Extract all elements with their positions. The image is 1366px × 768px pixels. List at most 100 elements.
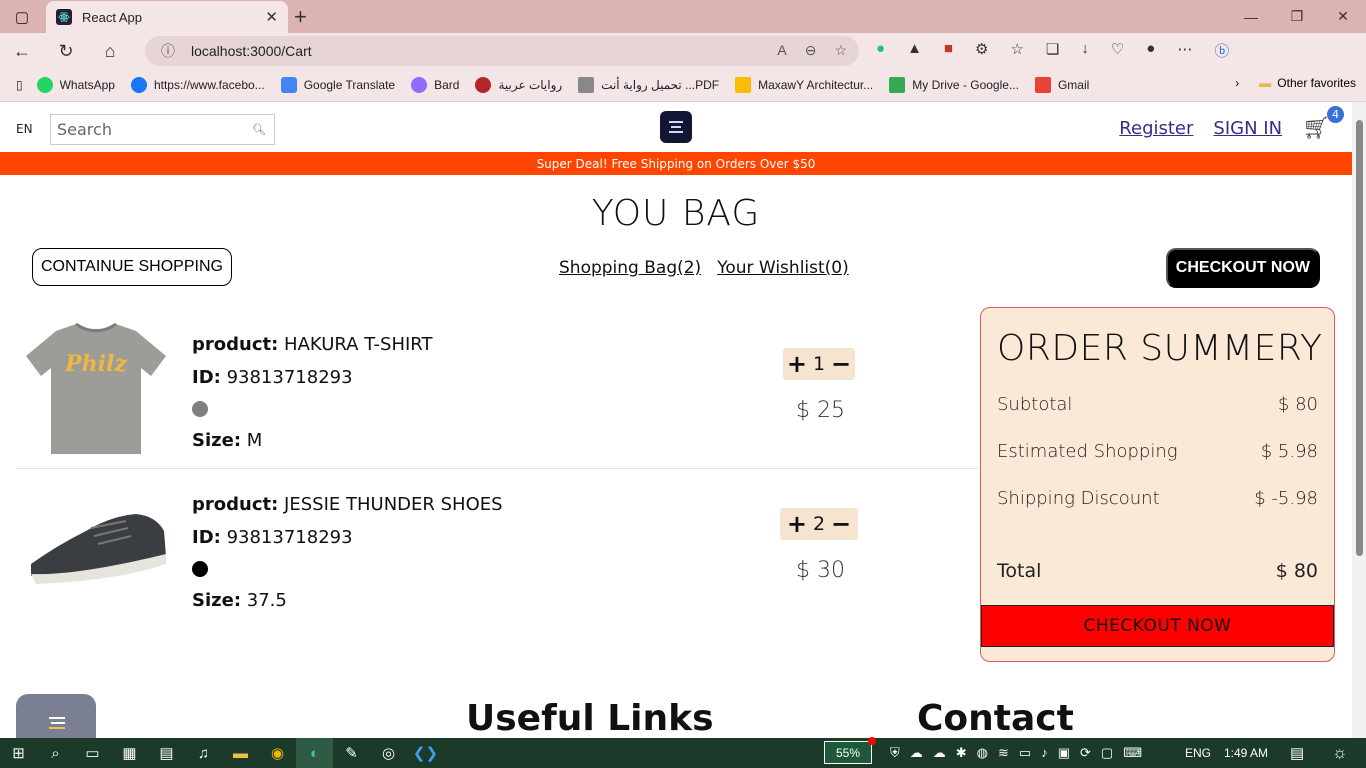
store-icon[interactable]: ▦ [111,738,148,768]
plus-icon[interactable]: + [787,350,807,378]
cart-icon[interactable]: 🛒︎ 4 [1302,106,1344,141]
network-icon[interactable]: ◍ [977,745,988,761]
tab-react-app[interactable]: React App ✕ [46,1,288,33]
favorites-icon[interactable]: ☆ [1010,40,1023,61]
cloud-icon[interactable]: ☁ [910,745,923,761]
wifi-icon[interactable]: ≋ [998,745,1009,761]
other-favorites[interactable]: › ▬ Other favorites [1235,76,1356,90]
battery-indicator[interactable]: 55% [824,737,876,764]
close-window-icon[interactable]: ✕ [1320,0,1366,33]
start-icon[interactable]: ⊞ [0,738,37,768]
extension-red-icon[interactable]: ■ [944,40,953,61]
itunes-icon[interactable]: ♫ [185,738,222,768]
restore-icon[interactable]: ❐ [1274,0,1320,33]
product-id: 93813718293 [226,527,353,548]
summary-value: $ -5.98 [1254,488,1318,509]
search-input[interactable]: Search 🔍︎ [50,114,275,145]
paint-icon[interactable]: ✎ [333,738,370,768]
onedrive-icon[interactable]: ☁ [933,745,946,761]
chevron-right-icon[interactable]: › [1235,76,1239,90]
floating-logo-widget[interactable] [16,694,96,738]
more-menu-icon[interactable]: ⋯ [1177,40,1192,61]
chrome-icon[interactable]: ◉ [259,738,296,768]
bookmark-bard[interactable]: Bard [411,77,459,93]
product-id: 93813718293 [226,367,353,388]
profile-icon[interactable]: ● [1146,40,1155,61]
minimize-icon[interactable]: — [1228,0,1274,33]
add-favorite-icon[interactable]: ☆ [834,42,847,59]
task-view-icon[interactable]: ▭ [74,738,111,768]
product-id-line: ID: 93813718293 [192,361,433,394]
back-icon[interactable]: ← [0,41,44,62]
new-tab-icon[interactable]: + [294,4,307,30]
product-name: HAKURA T-SHIRT [284,334,433,355]
search-icon[interactable]: ⌕ [37,738,74,768]
bard-icon [411,77,428,93]
quantity-value: 2 [812,513,826,535]
language-label[interactable]: EN [16,122,33,136]
site-logo[interactable] [660,111,692,143]
continue-shopping-button[interactable]: CONTAINUE SHOPPING [32,248,232,286]
bookmark-maxawy[interactable]: MaxawY Architectur... [735,77,873,93]
edge-icon[interactable]: ◐ [296,738,333,768]
clock[interactable]: 1:49 AM [1224,746,1268,760]
signin-link[interactable]: SIGN IN [1213,118,1282,139]
app-tray-icon[interactable]: ▣ [1058,745,1070,761]
search-icon[interactable]: 🔍︎ [252,123,266,136]
plus-icon[interactable]: + [787,510,807,538]
bing-icon[interactable]: ⓑ [1214,40,1229,61]
calculator-icon[interactable]: ▤ [148,738,185,768]
power-icon[interactable]: ▭ [1019,745,1031,761]
close-tab-icon[interactable]: ✕ [265,8,278,26]
summary-value: $ 5.98 [1260,441,1318,462]
notifications-icon[interactable]: ▤ [1290,744,1304,762]
extensions-icon[interactable]: ⚙ [975,40,988,61]
home-icon[interactable]: ⌂ [88,41,132,62]
bookmark-my-drive[interactable]: My Drive - Google... [889,77,1019,93]
collections-icon[interactable]: ❏ [1046,40,1059,61]
reload-icon[interactable]: ↻ [44,41,88,62]
quantity-value: 1 [812,353,826,375]
minus-icon[interactable]: − [831,350,851,378]
checkout-button[interactable]: CHECKOUT NOW [981,605,1334,647]
site-info-icon[interactable]: ⓘ [161,41,175,61]
read-aloud-icon[interactable]: A [777,42,786,59]
summary-value: $ 80 [1275,560,1318,582]
security-icon[interactable]: ⛨ [890,745,900,761]
page-scrollbar[interactable] [1352,102,1366,738]
bookmark-facebook[interactable]: https://www.facebo... [130,77,265,93]
bookmark-whatsapp[interactable]: WhatsApp [36,77,115,93]
media-icon[interactable]: ◎ [370,738,407,768]
bookmark-arabic-novels[interactable]: روايات عربية [475,77,562,93]
checkout-top-button[interactable]: CHECKOUT NOW [1165,248,1320,288]
downloads-icon[interactable]: ↓ [1081,40,1089,61]
bookmark-gmail[interactable]: Gmail [1034,77,1089,93]
input-language[interactable]: ENG [1185,746,1211,760]
volume-icon[interactable]: ♪ [1041,745,1048,761]
minus-icon[interactable]: − [831,510,851,538]
cart-item: product: JESSIE THUNDER SHOES ID: 938137… [16,474,978,629]
vscode-icon[interactable]: ❮❯ [407,738,444,768]
bookmarks-page-icon[interactable]: ▯ [16,78,23,92]
book-icon [578,77,595,93]
wishlist-link[interactable]: Your Wishlist(0) [717,258,849,278]
url-field[interactable]: ⓘ localhost:3000/Cart A ⊖ ☆ [145,36,859,66]
zoom-icon[interactable]: ⊖ [805,42,817,59]
file-explorer-icon[interactable]: ▬ [222,738,259,768]
keyboard-icon[interactable]: ⌨ [1123,745,1142,761]
bluetooth-icon[interactable]: ✱ [956,745,967,761]
bookmarks-bar: ▯ WhatsApp https://www.facebo... Google … [0,69,1366,102]
brightness-icon[interactable]: ☼ [1332,743,1348,763]
bookmark-pdf[interactable]: تحميل رواية أنت ...PDF [578,77,719,93]
angular-icon[interactable]: ▲ [907,40,922,61]
scrollbar-thumb[interactable] [1356,120,1363,556]
windows-taskbar: ⊞ ⌕ ▭ ▦ ▤ ♫ ▬ ◉ ◐ ✎ ◎ ❮❯ 55% ⛨ ☁ ☁ ✱ ◍ ≋… [0,737,1366,768]
bookmark-google-translate[interactable]: Google Translate [280,77,395,93]
health-icon[interactable]: ♡ [1111,40,1124,61]
register-link[interactable]: Register [1119,118,1193,139]
grammarly-icon[interactable]: ● [876,40,885,61]
app-tray-icon[interactable]: ⟳ [1080,745,1091,761]
shopping-bag-link[interactable]: Shopping Bag(2) [559,258,701,278]
tab-actions-icon[interactable]: ▢ [0,0,44,33]
app-tray-icon[interactable]: ▢ [1101,745,1113,761]
